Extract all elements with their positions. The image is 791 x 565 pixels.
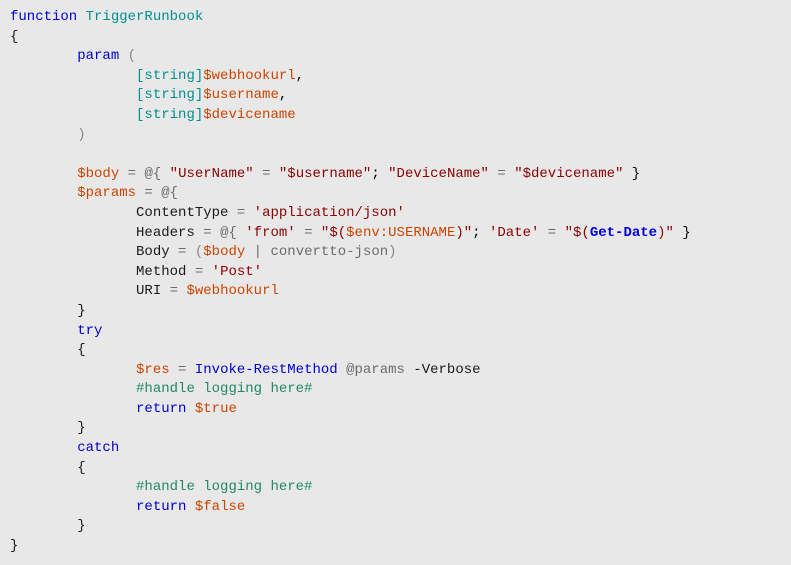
equals: = <box>489 166 514 182</box>
pipe: | <box>245 244 270 260</box>
brace-close: } <box>623 166 640 182</box>
comma: , <box>296 68 304 84</box>
equals: = <box>170 362 195 378</box>
equals: = <box>170 244 195 260</box>
key-username: "UserName" <box>170 166 254 182</box>
var-username: $username <box>203 87 279 103</box>
val-true: $true <box>195 401 237 417</box>
function-name: TriggerRunbook <box>86 9 204 25</box>
equals: = <box>136 185 161 201</box>
cmdlet-convertto-json: convertto-json <box>271 244 389 260</box>
keyword-function: function <box>10 9 77 25</box>
hashtable-open: @{ <box>161 185 178 201</box>
type-string: [string] <box>136 107 203 123</box>
hashtable-open: @{ <box>220 225 237 241</box>
comment-logging: #handle logging here# <box>136 381 312 397</box>
equals: = <box>119 166 144 182</box>
cmdlet-get-date: Get-Date <box>590 225 657 241</box>
key-contenttype: ContentType <box>136 205 228 221</box>
equals: = <box>539 225 564 241</box>
key-uri: URI <box>136 283 161 299</box>
equals: = <box>195 225 220 241</box>
str-close: )" <box>657 225 674 241</box>
keyword-catch: catch <box>77 440 119 456</box>
val-post: 'Post' <box>212 264 262 280</box>
comment-logging: #handle logging here# <box>136 479 312 495</box>
var-params: $params <box>77 185 136 201</box>
val-devicename: "$devicename" <box>514 166 623 182</box>
code-block: function TriggerRunbook { param ( [strin… <box>0 0 791 565</box>
var-env-username: $env:USERNAME <box>346 225 455 241</box>
brace-close: } <box>77 303 85 319</box>
paren-open: ( <box>128 48 136 64</box>
str-open: "$( <box>321 225 346 241</box>
key-date: 'Date' <box>489 225 539 241</box>
paren-close: ) <box>77 127 85 143</box>
var-webhookurl: $webhookurl <box>203 68 295 84</box>
var-devicename: $devicename <box>203 107 295 123</box>
val-false: $false <box>195 499 245 515</box>
equals: = <box>161 283 186 299</box>
var-res: $res <box>136 362 170 378</box>
keyword-return: return <box>136 499 186 515</box>
paren-close: ) <box>388 244 396 260</box>
splat-params: @params <box>346 362 405 378</box>
val-appjson: 'application/json' <box>254 205 405 221</box>
equals: = <box>296 225 321 241</box>
key-devicename: "DeviceName" <box>388 166 489 182</box>
equals: = <box>228 205 253 221</box>
brace-open: { <box>77 460 85 476</box>
key-method: Method <box>136 264 186 280</box>
var-body: $body <box>77 166 119 182</box>
flag-verbose: -Verbose <box>405 362 481 378</box>
key-from: 'from' <box>245 225 295 241</box>
brace-close: } <box>674 225 691 241</box>
key-headers: Headers <box>136 225 195 241</box>
str-open: "$( <box>565 225 590 241</box>
type-string: [string] <box>136 68 203 84</box>
keyword-try: try <box>77 323 102 339</box>
equals: = <box>186 264 211 280</box>
equals: = <box>254 166 279 182</box>
str-close: )" <box>455 225 472 241</box>
val-username: "$username" <box>279 166 371 182</box>
var-webhookurl: $webhookurl <box>186 283 278 299</box>
brace-close: } <box>10 538 18 554</box>
keyword-return: return <box>136 401 186 417</box>
brace-close: } <box>77 518 85 534</box>
key-body: Body <box>136 244 170 260</box>
type-string: [string] <box>136 87 203 103</box>
brace-open: { <box>77 342 85 358</box>
comma: , <box>279 87 287 103</box>
hashtable-open: @{ <box>144 166 161 182</box>
semicolon: ; <box>371 166 379 182</box>
cmdlet-invoke-restmethod: Invoke-RestMethod <box>195 362 338 378</box>
keyword-param: param <box>77 48 119 64</box>
brace-open: { <box>10 29 18 45</box>
brace-close: } <box>77 420 85 436</box>
paren-open: ( <box>195 244 203 260</box>
var-body: $body <box>203 244 245 260</box>
semicolon: ; <box>472 225 480 241</box>
